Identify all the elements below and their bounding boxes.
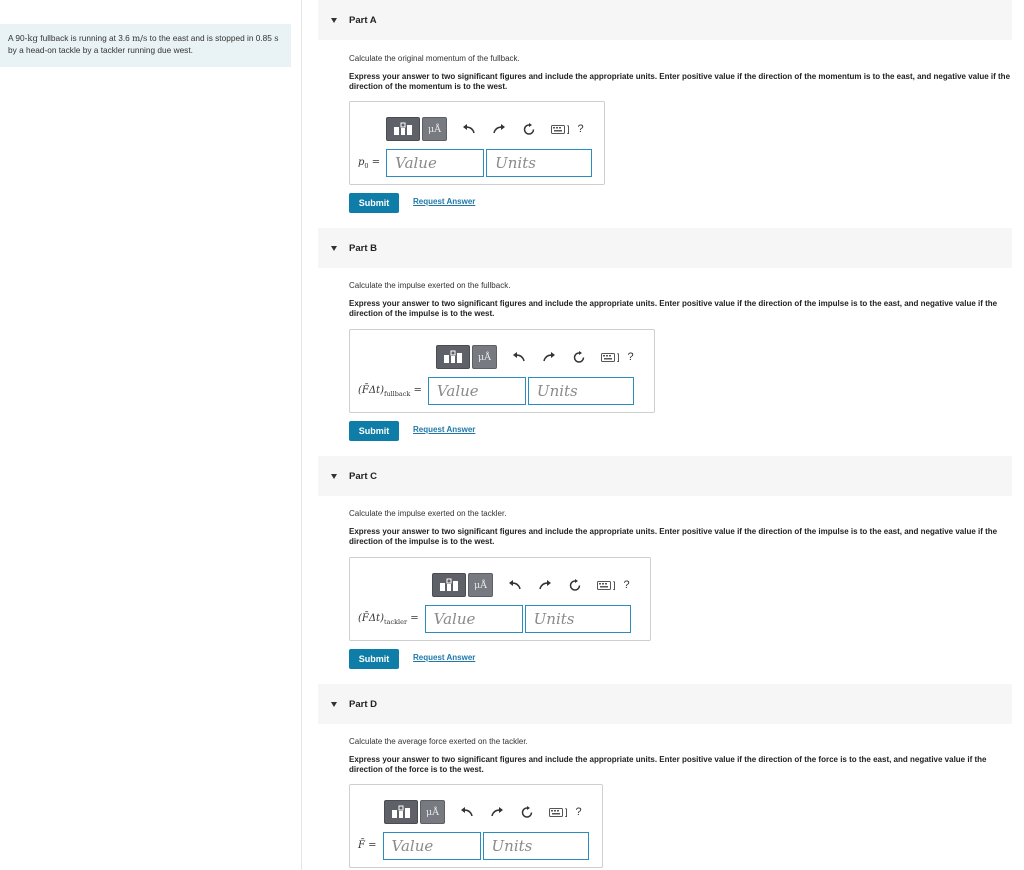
- templates-icon: [440, 578, 458, 591]
- part-d-input-row: F̄ = Value Units: [358, 832, 589, 860]
- part-d-answer-box: μÅ ] ? F̄ = Value Units: [349, 784, 603, 868]
- help-icon[interactable]: ?: [576, 806, 582, 818]
- part-b-request-answer-link[interactable]: Request Answer: [413, 425, 475, 434]
- templates-button[interactable]: [386, 117, 420, 141]
- math-toolbar: μÅ ] ?: [386, 117, 584, 141]
- part-b-submit-button[interactable]: Submit: [349, 421, 399, 441]
- undo-icon[interactable]: [511, 349, 527, 365]
- part-b-question: Calculate the impulse exerted on the ful…: [349, 281, 511, 290]
- collapse-caret-icon[interactable]: [331, 17, 337, 23]
- part-a-request-answer-link[interactable]: Request Answer: [413, 197, 475, 206]
- templates-button[interactable]: [436, 345, 470, 369]
- collapse-caret-icon[interactable]: [331, 245, 337, 251]
- variable-label: (F̄Δt)tackler =: [358, 612, 419, 626]
- redo-icon[interactable]: [491, 121, 507, 137]
- units-input[interactable]: Units: [482, 832, 589, 860]
- redo-icon[interactable]: [541, 349, 557, 365]
- part-c-answer-box: μÅ ] ? (F̄Δt)tackler = Value Units: [349, 557, 651, 641]
- templates-button[interactable]: [432, 573, 466, 597]
- keyboard-icon[interactable]: ]: [597, 580, 616, 590]
- units-input[interactable]: Units: [524, 605, 631, 633]
- redo-icon[interactable]: [537, 577, 553, 593]
- units-button[interactable]: μÅ: [420, 800, 445, 824]
- part-b-input-row: (F̄Δt)fullback = Value Units: [358, 377, 634, 405]
- reset-icon[interactable]: [571, 349, 587, 365]
- part-c-header[interactable]: Part C: [318, 456, 1012, 496]
- value-input[interactable]: Value: [424, 605, 523, 633]
- keyboard-icon[interactable]: ]: [551, 124, 570, 134]
- undo-icon[interactable]: [507, 577, 523, 593]
- part-d-title: Part D: [349, 698, 377, 710]
- part-a-input-row: p0 = Value Units: [358, 149, 593, 177]
- variable-label: F̄ =: [358, 839, 377, 851]
- part-b-answer-box: μÅ ] ? (F̄Δt)fullback = Value Units: [349, 329, 655, 413]
- part-d-question: Calculate the average force exerted on t…: [349, 737, 528, 746]
- variable-label: (F̄Δt)fullback =: [358, 384, 422, 398]
- undo-icon[interactable]: [459, 804, 475, 820]
- math-toolbar: μÅ ] ?: [384, 800, 582, 824]
- problem-statement: A 90-kg fullback is running at 3.6 m/s t…: [0, 24, 291, 67]
- keyboard-icon[interactable]: ]: [601, 352, 620, 362]
- part-c-submit-button[interactable]: Submit: [349, 649, 399, 669]
- units-input[interactable]: Units: [486, 149, 593, 177]
- part-d-header[interactable]: Part D: [318, 684, 1012, 724]
- part-b-header[interactable]: Part B: [318, 228, 1012, 268]
- reset-icon[interactable]: [521, 121, 537, 137]
- reset-icon[interactable]: [519, 804, 535, 820]
- value-input[interactable]: Value: [382, 832, 481, 860]
- collapse-caret-icon[interactable]: [331, 701, 337, 707]
- part-a-instruction: Express your answer to two significant f…: [349, 72, 1011, 91]
- part-b-instruction: Express your answer to two significant f…: [349, 299, 998, 318]
- problem-panel: A 90-kg fullback is running at 3.6 m/s t…: [0, 0, 302, 870]
- units-button[interactable]: μÅ: [422, 117, 447, 141]
- keyboard-icon[interactable]: ]: [549, 807, 568, 817]
- help-icon[interactable]: ?: [578, 123, 584, 135]
- help-icon[interactable]: ?: [628, 351, 634, 363]
- part-a-submit-button[interactable]: Submit: [349, 193, 399, 213]
- part-c-instruction: Express your answer to two significant f…: [349, 527, 998, 546]
- reset-icon[interactable]: [567, 577, 583, 593]
- value-input[interactable]: Value: [427, 377, 526, 405]
- variable-label: p0 =: [358, 156, 381, 170]
- math-toolbar: μÅ ] ?: [432, 573, 630, 597]
- undo-icon[interactable]: [461, 121, 477, 137]
- units-button[interactable]: μÅ: [472, 345, 497, 369]
- part-a-header[interactable]: Part A: [318, 0, 1012, 40]
- part-b-title: Part B: [349, 242, 377, 254]
- part-a-question: Calculate the original momentum of the f…: [349, 54, 520, 63]
- part-a-answer-box: μÅ ] ? p0 = Value Units: [349, 101, 605, 185]
- part-d-instruction: Express your answer to two significant f…: [349, 755, 987, 774]
- help-icon[interactable]: ?: [624, 579, 630, 591]
- units-input[interactable]: Units: [527, 377, 634, 405]
- value-input[interactable]: Value: [386, 149, 485, 177]
- templates-icon: [444, 350, 462, 363]
- math-toolbar: μÅ ] ?: [436, 345, 634, 369]
- collapse-caret-icon[interactable]: [331, 473, 337, 479]
- units-button[interactable]: μÅ: [468, 573, 493, 597]
- templates-icon: [394, 122, 412, 135]
- part-c-input-row: (F̄Δt)tackler = Value Units: [358, 605, 631, 633]
- templates-button[interactable]: [384, 800, 418, 824]
- part-c-question: Calculate the impulse exerted on the tac…: [349, 509, 507, 518]
- part-c-request-answer-link[interactable]: Request Answer: [413, 653, 475, 662]
- redo-icon[interactable]: [489, 804, 505, 820]
- part-a-title: Part A: [349, 14, 377, 26]
- part-c-title: Part C: [349, 470, 377, 482]
- templates-icon: [392, 805, 410, 818]
